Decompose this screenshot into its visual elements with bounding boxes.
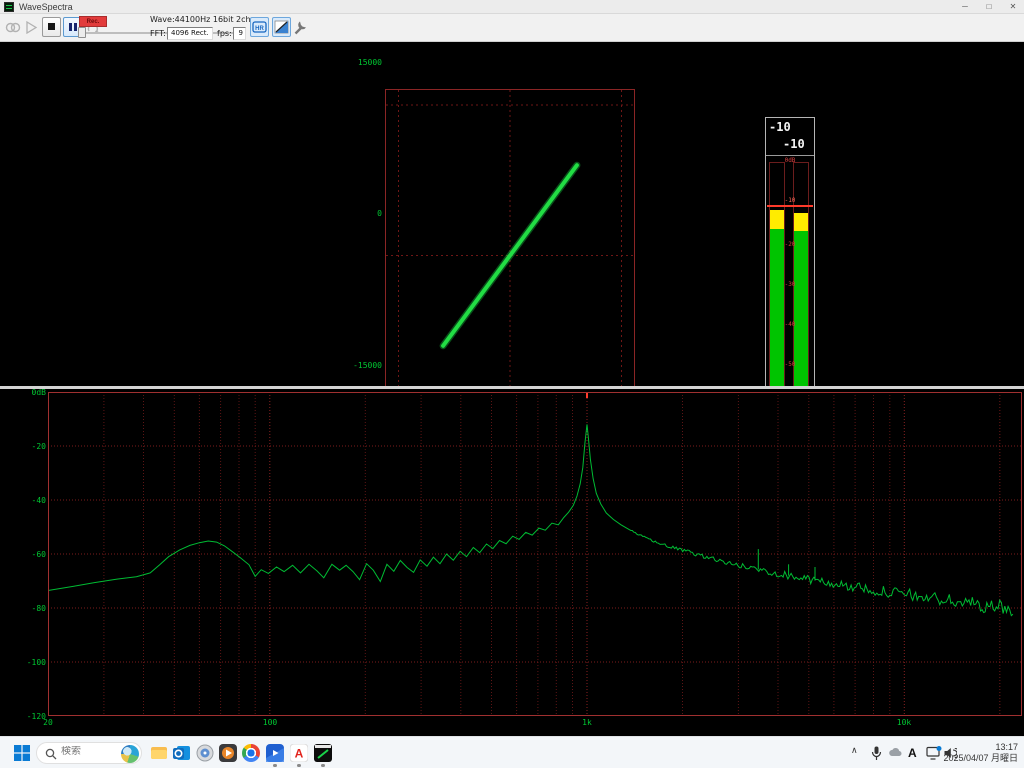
stop-button[interactable] <box>42 17 61 37</box>
spectrum-display-area: Max: 999.9Hz -11.60dB 0dB-20-40-60-80-10… <box>0 389 1024 736</box>
spectrum-y-label: -100 <box>0 658 46 667</box>
stop-icon <box>48 23 55 30</box>
svg-text:A: A <box>295 747 304 761</box>
ime-mode-indicator[interactable]: A <box>908 746 917 760</box>
toolbar: Rec. Wave:44100Hz 16bit 2ch FFT: 4096 Re… <box>0 14 1024 42</box>
spectrum-y-label: -20 <box>0 442 46 451</box>
meter-tick-label: -20 <box>766 242 814 248</box>
xy-axis-label-zero: 0 <box>340 209 382 218</box>
file-explorer-icon[interactable] <box>150 744 168 762</box>
meter-fill-green <box>770 229 784 404</box>
meter-tick-label: -50 <box>766 362 814 368</box>
video-app-icon[interactable] <box>266 744 284 762</box>
fft-setting-value[interactable]: 4096 Rect. <box>167 27 213 40</box>
fps-value[interactable]: 9 <box>233 27 246 40</box>
running-indicator <box>273 764 277 767</box>
wavespectra-taskbar-icon[interactable] <box>314 744 332 762</box>
meter-redline-label: -10 <box>766 198 814 204</box>
taskbar: A ∧ A 13:17 <box>0 736 1024 768</box>
clock-time: 13:17 <box>938 742 1018 753</box>
xy-axis-label-max: 15000 <box>340 58 382 67</box>
meter-fill-yellow <box>770 210 784 229</box>
pause-icon <box>69 23 72 31</box>
title-bar: WaveSpectra ─ □ ✕ <box>0 0 1024 14</box>
peak-value-left: -10 <box>769 120 791 134</box>
search-icon <box>45 748 57 760</box>
meter-tick-label: -40 <box>766 322 814 328</box>
desktop: WaveSpectra ─ □ ✕ Rec. Wave:44100Hz 16bi… <box>0 0 1024 768</box>
upper-display-area: 15000 0 -15000 -10 -10 0dB -10-20-30-40-… <box>0 42 1024 386</box>
tray-cloud-icon[interactable] <box>888 746 902 760</box>
taskbar-clock[interactable]: 13:17 2025/04/07 月曜日 <box>938 742 1018 764</box>
window-title: WaveSpectra <box>19 1 73 13</box>
wavespectra-app-icon <box>4 2 14 12</box>
peak-readout-box: -10 -10 <box>766 118 814 156</box>
lissajous-canvas <box>386 90 634 421</box>
outlook-icon[interactable] <box>173 744 191 762</box>
spectrum-y-label: -40 <box>0 496 46 505</box>
search-input[interactable] <box>61 746 117 757</box>
media-app-icon[interactable] <box>219 744 237 762</box>
meter-fill-green <box>794 231 808 404</box>
spectrum-x-label: 10k <box>892 718 916 727</box>
search-box[interactable] <box>36 742 142 764</box>
xy-axis-label-min: -15000 <box>340 361 382 370</box>
running-indicator <box>297 764 301 767</box>
search-highlight-image[interactable] <box>121 745 139 763</box>
settings-wrench-icon[interactable] <box>292 20 308 36</box>
edit-display-button[interactable] <box>272 17 291 37</box>
acrobat-icon[interactable]: A <box>290 744 308 762</box>
spectrum-x-label: 20 <box>36 718 60 727</box>
fps-label: fps: <box>217 29 232 38</box>
start-button[interactable] <box>14 745 32 763</box>
spectrum-y-axis-labels: 0dB -20 -40 -60 -80 -100 -120 <box>0 389 48 736</box>
minimize-button[interactable]: ─ <box>954 0 976 14</box>
spectrum-plot <box>48 392 1022 716</box>
running-indicator <box>321 764 325 767</box>
rec-indicator: Rec. <box>79 16 107 27</box>
maximize-button[interactable]: □ <box>978 0 1000 14</box>
tray-overflow-chevron-icon[interactable]: ∧ <box>851 745 858 756</box>
display-mode-button[interactable]: HR <box>250 17 269 37</box>
microphone-icon[interactable] <box>870 746 883 761</box>
meter-bars: 0dB -10-20-30-40-50LR <box>766 156 814 416</box>
spectrum-x-label: 1k <box>575 718 599 727</box>
spectrum-y-label: 0dB <box>0 388 46 397</box>
meter-redline <box>767 205 813 207</box>
wave-format-info: Wave:44100Hz 16bit 2ch <box>150 15 251 24</box>
level-meter-panel: -10 -10 0dB -10-20-30-40-50LR <box>765 117 815 417</box>
spectrum-y-label: -60 <box>0 550 46 559</box>
record-icon[interactable] <box>5 20 21 35</box>
svg-text:HR: HR <box>255 26 264 32</box>
play-icon[interactable] <box>25 21 38 34</box>
meter-tick-label: -30 <box>766 282 814 288</box>
fft-label: FFT: <box>150 29 166 38</box>
spectrum-y-label: -80 <box>0 604 46 613</box>
spectrum-x-axis-labels: 20 100 1k 10k <box>0 389 1024 736</box>
chrome-icon[interactable] <box>242 744 260 762</box>
position-slider-thumb[interactable] <box>78 27 86 38</box>
media-player-icon[interactable] <box>196 744 214 762</box>
clock-date: 2025/04/07 月曜日 <box>938 753 1018 764</box>
peak-value-right: -10 <box>783 137 805 151</box>
close-button[interactable]: ✕ <box>1002 0 1024 14</box>
spectrum-y-label: -120 <box>0 712 46 721</box>
lissajous-plot <box>385 89 635 422</box>
meter-fill-yellow <box>794 213 808 231</box>
spectrum-x-label: 100 <box>258 718 282 727</box>
